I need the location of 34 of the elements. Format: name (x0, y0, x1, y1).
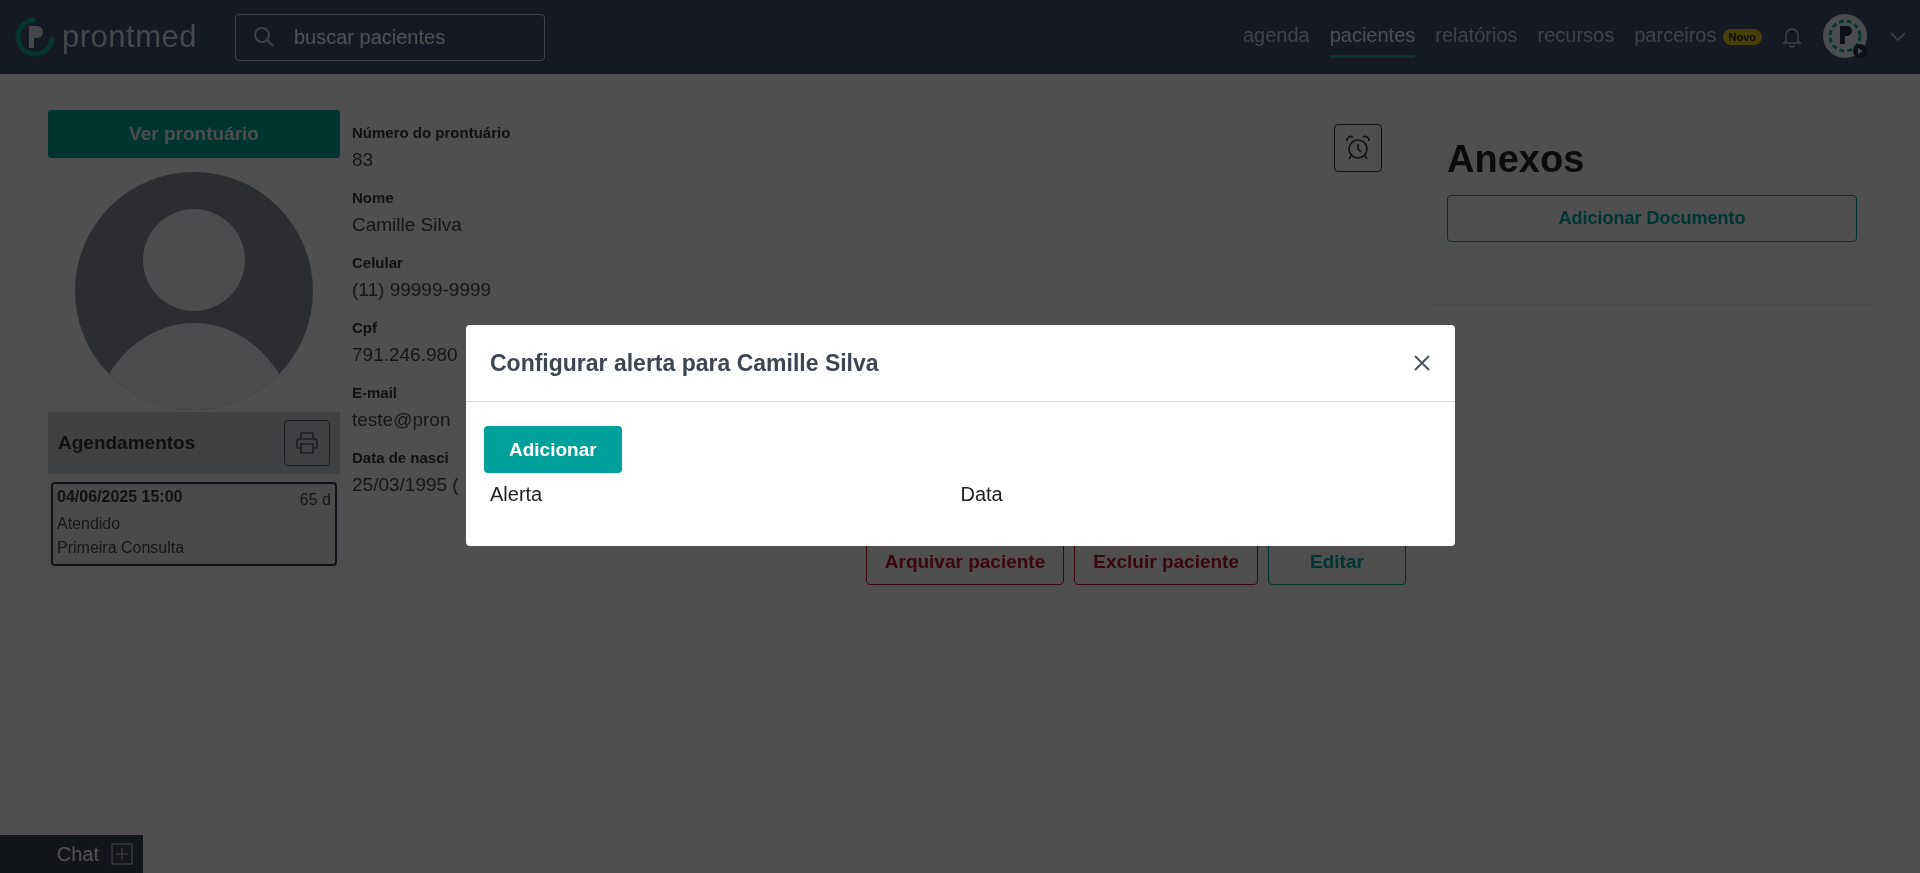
field-value: 83 (352, 148, 374, 172)
add-document-button[interactable]: Adicionar Documento (1447, 195, 1857, 242)
field-label: Número do prontuário (352, 124, 511, 141)
column-header: Data (960, 483, 1004, 506)
appointment-datetime: 04/06/2025 15:00 (57, 488, 183, 507)
chevron-down-icon[interactable] (1890, 32, 1906, 42)
column-header: Alerta (490, 483, 544, 506)
field-value: teste@pron (352, 408, 451, 432)
close-icon[interactable] (1413, 354, 1431, 372)
field-label: Celular (352, 254, 403, 271)
field-value: 791.246.980 (352, 343, 458, 367)
field-value: 25/03/1995 ( (352, 473, 459, 497)
chat-bar[interactable]: Chat (0, 835, 143, 873)
dialog-title: Configurar alerta para Camille Silva (490, 349, 879, 377)
field-label: E-mail (352, 384, 397, 401)
plus-icon[interactable] (111, 843, 133, 865)
logo-icon (14, 16, 56, 58)
chat-label: Chat (56, 842, 99, 866)
notification-bell-icon[interactable] (1782, 26, 1802, 48)
search-icon (252, 25, 275, 48)
user-avatar-icon[interactable] (1822, 13, 1870, 61)
field-value: (11) 99999-9999 (352, 278, 492, 302)
alarm-button[interactable] (1334, 124, 1382, 172)
alarm-clock-icon (1344, 134, 1372, 162)
print-button[interactable] (284, 420, 330, 466)
printer-icon (294, 430, 320, 456)
field-value: Camille Silva (352, 213, 462, 237)
add-alert-button[interactable]: Adicionar (484, 426, 622, 473)
new-badge: Novo (1722, 29, 1762, 45)
field-label: Nome (352, 189, 394, 206)
attachments-title: Anexos (1447, 138, 1586, 181)
field-label: Data de nasci (352, 449, 449, 466)
open-record-button[interactable]: Ver prontuário (48, 110, 340, 158)
field-label: Cpf (352, 319, 377, 336)
